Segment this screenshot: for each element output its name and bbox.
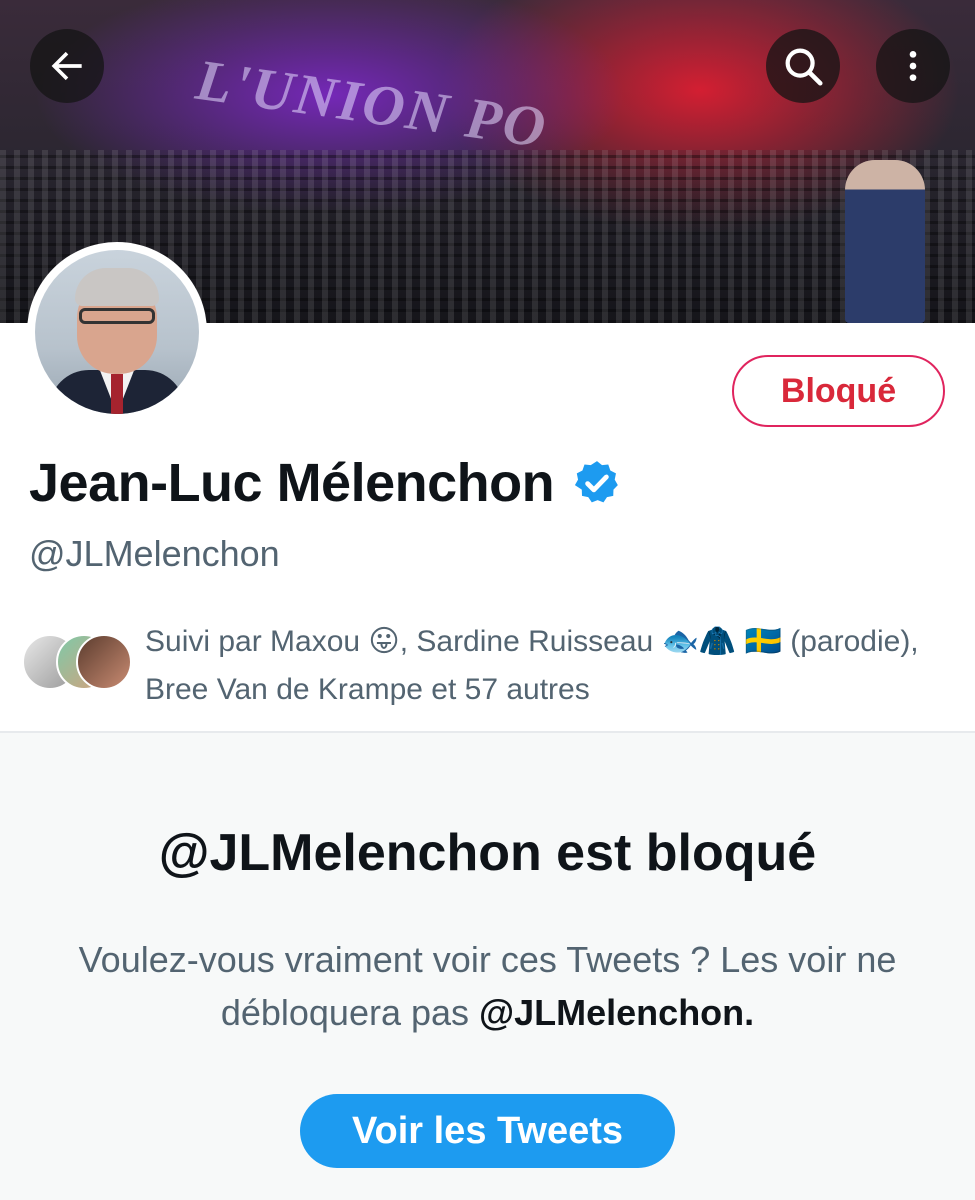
blocked-button[interactable]: Bloqué — [732, 355, 945, 427]
followed-by-text: Suivi par Maxou 😛, Sardine Ruisseau 🐟🧥 🇸… — [145, 625, 919, 706]
profile-name: Jean-Luc Mélenchon — [29, 453, 555, 513]
profile-name-row: Jean-Luc Mélenchon — [29, 452, 622, 514]
profile-handle: @JLMelenchon — [29, 533, 280, 574]
banner-flag-text: L'UNION PO — [192, 46, 552, 161]
profile-avatar-frame[interactable] — [27, 242, 207, 422]
search-button[interactable] — [766, 29, 840, 103]
more-vertical-icon — [909, 51, 917, 81]
follower-avatar — [76, 634, 132, 690]
avatar-hair — [75, 268, 159, 306]
view-tweets-button[interactable]: Voir les Tweets — [300, 1094, 675, 1168]
banner-speaker — [845, 160, 925, 323]
blocked-notice-handle: @JLMelenchon. — [479, 992, 755, 1033]
profile-avatar — [35, 250, 199, 414]
search-icon — [785, 48, 823, 86]
followed-by[interactable]: Suivi par Maxou 😛, Sardine Ruisseau 🐟🧥 🇸… — [22, 618, 962, 713]
avatar-glasses — [79, 308, 155, 324]
arrow-left-icon — [51, 51, 82, 81]
verified-badge-icon[interactable] — [572, 458, 622, 508]
blocked-notice-description: Voulez-vous vraiment voir ces Tweets ? L… — [60, 933, 915, 1039]
blocked-notice-title: @JLMelenchon est bloqué — [158, 824, 817, 882]
avatar-tie — [111, 374, 123, 414]
more-button[interactable] — [876, 29, 950, 103]
back-button[interactable] — [30, 29, 104, 103]
